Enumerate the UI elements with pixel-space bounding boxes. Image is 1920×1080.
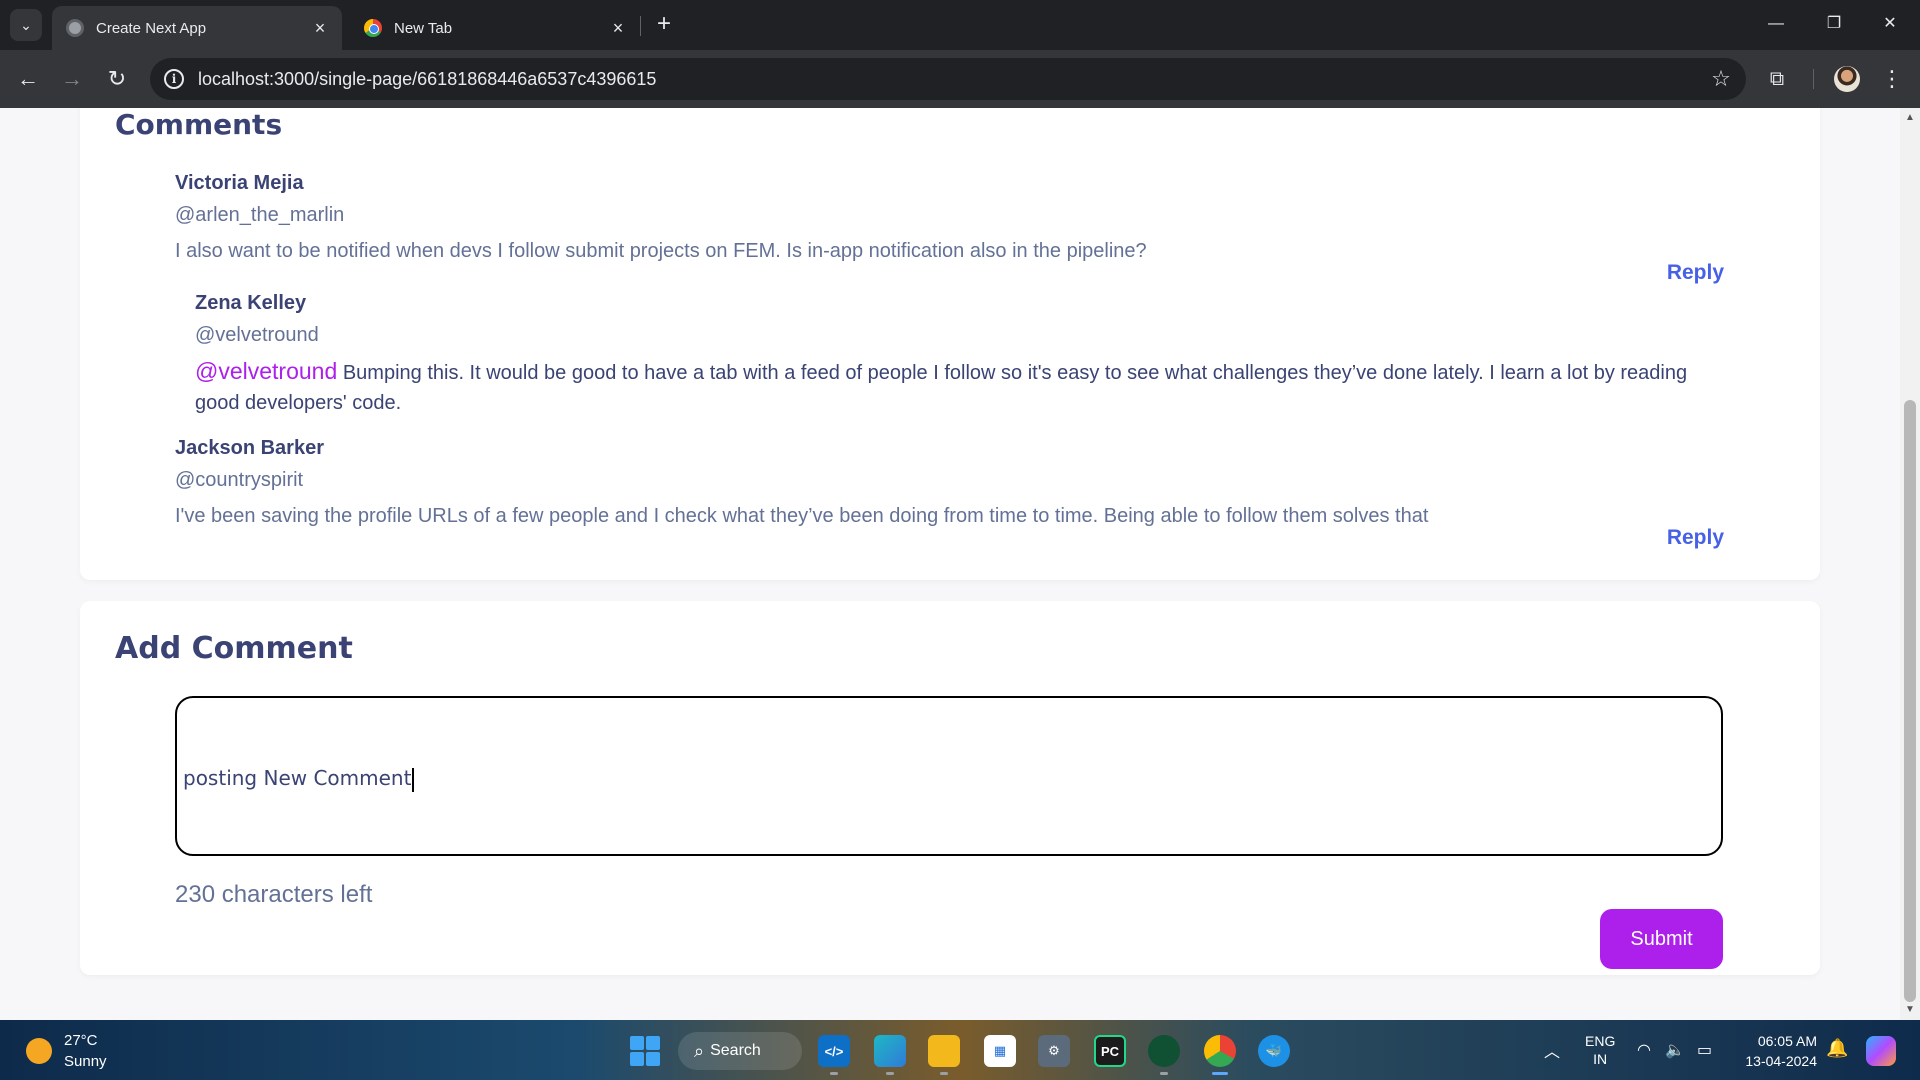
- close-window-icon[interactable]: ✕: [1870, 8, 1910, 40]
- scroll-down-icon[interactable]: ▼: [1904, 1004, 1916, 1016]
- edge-icon[interactable]: [874, 1035, 906, 1075]
- comment-body-text: Bumping this. It would be good to have a…: [195, 362, 1688, 414]
- mongodb-icon[interactable]: [1148, 1035, 1180, 1075]
- comment-author-name: Jackson Barker: [175, 437, 324, 459]
- comment-item: Victoria Mejia @arlen_the_marlin I also …: [175, 172, 1147, 266]
- comment-input-value[interactable]: posting New Comment: [183, 766, 415, 792]
- comment-textarea[interactable]: posting New Comment: [175, 696, 1723, 856]
- submit-button[interactable]: Submit: [1600, 909, 1723, 969]
- pycharm-icon[interactable]: PC: [1094, 1035, 1126, 1067]
- reply-comment-item: Zena Kelley @velvetround @velvetround Bu…: [195, 292, 1705, 418]
- weather-temperature[interactable]: 27°C: [64, 1032, 98, 1049]
- taskbar: 27°C Sunny ⌕ Search </> ▦ ⚙ PC 🐳 ︿ ENG IN…: [0, 1020, 1920, 1080]
- notification-bell-icon[interactable]: 🔔: [1826, 1038, 1848, 1059]
- battery-icon[interactable]: ▭: [1697, 1040, 1712, 1060]
- profile-avatar[interactable]: [1834, 66, 1860, 92]
- tab-title: New Tab: [394, 19, 453, 37]
- search-label: Search: [710, 1042, 761, 1059]
- characters-left-counter: 230 characters left: [175, 881, 373, 908]
- show-hidden-icons-chevron-icon[interactable]: ︿: [1544, 1038, 1560, 1062]
- new-tab-plus-icon[interactable]: +: [650, 10, 678, 38]
- tab-title: Create Next App: [96, 19, 207, 37]
- back-arrow-icon[interactable]: ←: [12, 63, 44, 95]
- tab-divider: [640, 16, 641, 36]
- copilot-icon[interactable]: [1866, 1036, 1896, 1066]
- url-text[interactable]: localhost:3000/single-page/66181868446a6…: [198, 69, 1704, 90]
- restore-icon[interactable]: ❐: [1814, 8, 1854, 40]
- more-menu-icon[interactable]: ⋮: [1880, 63, 1904, 95]
- sun-weather-icon[interactable]: [26, 1038, 52, 1064]
- minimize-icon[interactable]: —: [1756, 8, 1796, 40]
- add-comment-heading: Add Comment: [115, 631, 353, 666]
- weather-condition[interactable]: Sunny: [64, 1053, 107, 1070]
- comment-item: Jackson Barker @countryspirit I've been …: [175, 437, 1428, 531]
- address-bar[interactable]: i localhost:3000/single-page/66181868446…: [150, 58, 1746, 100]
- comment-author-name: Victoria Mejia: [175, 172, 304, 194]
- microsoft-store-icon[interactable]: ▦: [984, 1035, 1016, 1067]
- browser-tabstrip: ⌄ Create Next App × New Tab × + — ❐ ✕: [0, 0, 1920, 50]
- vscode-icon[interactable]: </>: [818, 1035, 850, 1075]
- search-icon: ⌕: [694, 1040, 705, 1061]
- chrome-icon[interactable]: [1204, 1035, 1236, 1075]
- volume-icon[interactable]: 🔈: [1665, 1040, 1685, 1060]
- extensions-puzzle-icon[interactable]: ⧉: [1764, 66, 1790, 92]
- comment-author-handle: @countryspirit: [175, 469, 304, 491]
- comment-body: @velvetround Bumping this. It would be g…: [195, 356, 1705, 418]
- bookmark-star-icon[interactable]: ☆: [1704, 66, 1738, 92]
- forward-arrow-icon[interactable]: →: [56, 63, 88, 95]
- comments-heading: Comments: [115, 108, 283, 141]
- taskbar-search[interactable]: ⌕ Search: [678, 1032, 802, 1070]
- tab-new-tab[interactable]: New Tab ×: [350, 6, 640, 50]
- add-comment-card: Add Comment posting New Comment 230 char…: [80, 601, 1820, 975]
- windows-start-icon[interactable]: [630, 1036, 660, 1066]
- page-scrollbar[interactable]: ▲ ▼: [1900, 108, 1920, 1020]
- close-tab-icon[interactable]: ×: [608, 18, 628, 38]
- chrome-favicon-icon: [364, 19, 382, 37]
- comment-body: I also want to be notified when devs I f…: [175, 240, 1147, 262]
- clock[interactable]: 06:05 AM 13-04-2024: [1737, 1031, 1817, 1071]
- scroll-up-icon[interactable]: ▲: [1904, 112, 1916, 124]
- comments-card: Comments Victoria Mejia @arlen_the_marli…: [80, 108, 1820, 580]
- language-indicator[interactable]: ENG IN: [1585, 1032, 1615, 1068]
- mention-tag[interactable]: @velvetround: [195, 358, 337, 384]
- comment-body: I've been saving the profile URLs of a f…: [175, 505, 1429, 527]
- clock-time: 06:05 AM: [1757, 1033, 1817, 1049]
- toolbar-divider: [1813, 69, 1814, 89]
- reply-button[interactable]: Reply: [1667, 261, 1724, 285]
- page-viewport: Comments Victoria Mejia @arlen_the_marli…: [0, 108, 1900, 1020]
- site-info-icon[interactable]: i: [164, 69, 184, 89]
- docker-icon[interactable]: 🐳: [1258, 1035, 1290, 1067]
- comment-author-name: Zena Kelley: [195, 292, 307, 314]
- settings-gear-icon[interactable]: ⚙: [1038, 1035, 1070, 1067]
- globe-favicon-icon: [66, 19, 84, 37]
- reload-icon[interactable]: ↻: [101, 63, 133, 95]
- clock-date: 13-04-2024: [1745, 1053, 1817, 1069]
- browser-toolbar: ← → ↻ i localhost:3000/single-page/66181…: [0, 50, 1920, 108]
- reply-button[interactable]: Reply: [1667, 526, 1724, 550]
- comment-author-handle: @velvetround: [195, 324, 319, 346]
- tab-create-next-app[interactable]: Create Next App ×: [52, 6, 342, 50]
- close-tab-icon[interactable]: ×: [310, 18, 330, 38]
- comment-author-handle: @arlen_the_marlin: [175, 204, 345, 226]
- wifi-icon[interactable]: ◠: [1637, 1040, 1651, 1060]
- tab-search-chevron-icon[interactable]: ⌄: [10, 9, 42, 41]
- file-explorer-icon[interactable]: [928, 1035, 960, 1075]
- scroll-thumb[interactable]: [1904, 400, 1916, 1002]
- text-caret: [412, 767, 415, 792]
